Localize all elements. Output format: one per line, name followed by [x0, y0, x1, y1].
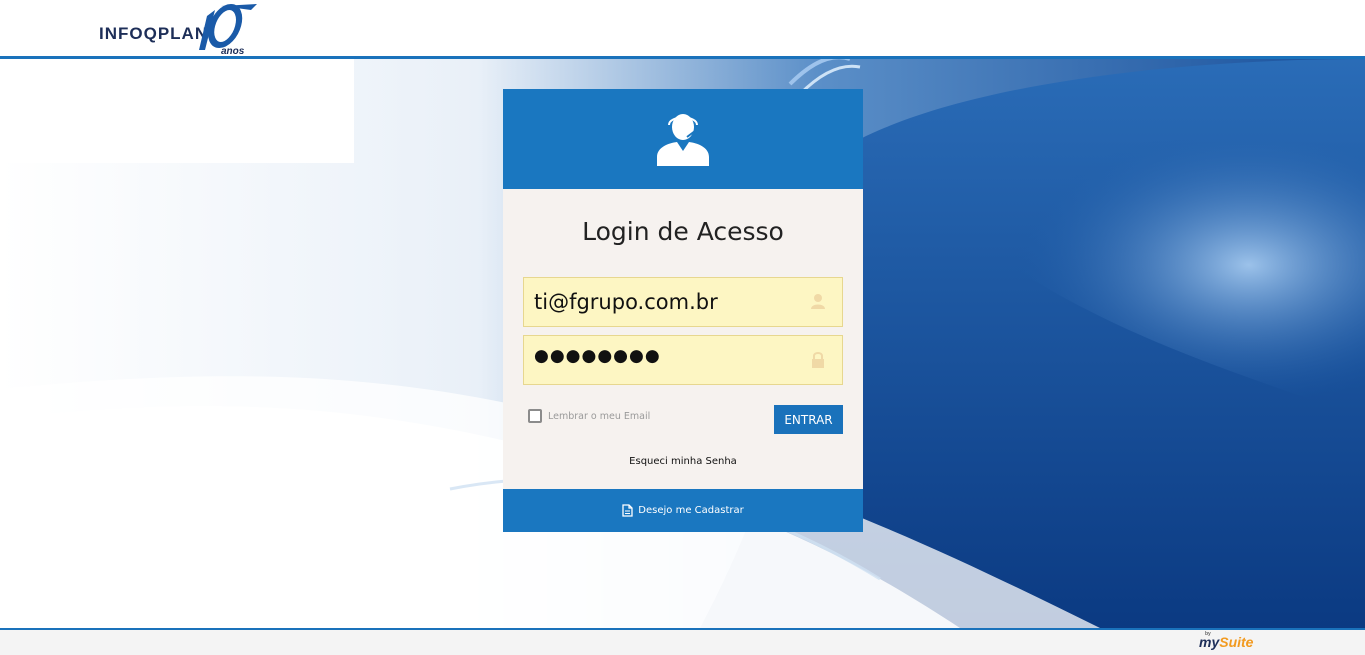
svg-text:anos: anos: [221, 46, 245, 56]
password-field-wrapper: ●●●●●●●●: [523, 335, 843, 385]
mysuite-suite: Suite: [1219, 634, 1254, 650]
enter-button[interactable]: ENTRAR: [774, 405, 843, 434]
header: INFOQPLAN anos: [0, 0, 1365, 59]
password-field[interactable]: ●●●●●●●●: [534, 346, 661, 366]
remember-email-label: Lembrar o meu Email: [548, 410, 651, 422]
remember-email-checkbox[interactable]: Lembrar o meu Email: [528, 408, 650, 424]
document-icon: [622, 504, 633, 517]
infoqplan-logo: INFOQPLAN anos: [99, 4, 269, 56]
logo-text: INFOQPLAN: [99, 24, 209, 43]
user-icon: [811, 294, 825, 309]
anniversary-logo-mark: anos: [199, 4, 257, 56]
forgot-password-link[interactable]: Esqueci minha Senha: [503, 456, 863, 467]
email-field[interactable]: [524, 278, 804, 326]
login-title: Login de Acesso: [582, 217, 784, 246]
footer: by mySuite: [0, 628, 1365, 655]
checkbox-box[interactable]: [528, 409, 542, 423]
user-headset-icon: [657, 114, 709, 166]
mysuite-by: by: [1205, 631, 1211, 637]
login-card-header: [503, 89, 863, 189]
login-card: Login de Acesso ●●●●●●●● Lembrar o meu E…: [503, 89, 863, 532]
register-link[interactable]: Desejo me Cadastrar: [638, 505, 743, 516]
mysuite-logo: by mySuite: [1199, 631, 1254, 650]
register-bar[interactable]: Desejo me Cadastrar: [503, 489, 863, 532]
lock-icon: [812, 352, 824, 368]
white-patch: [0, 59, 354, 163]
email-field-wrapper: [523, 277, 843, 327]
